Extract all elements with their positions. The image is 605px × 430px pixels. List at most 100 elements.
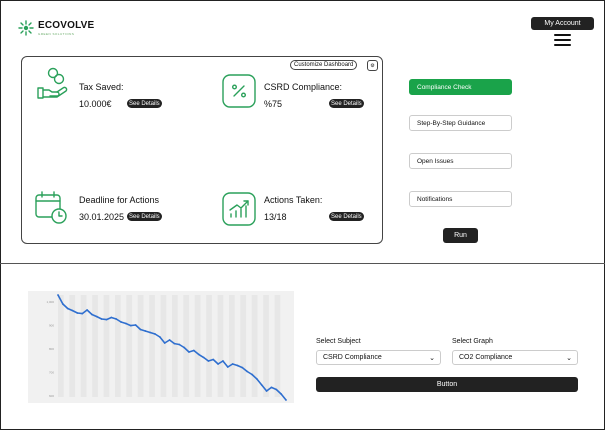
data-point [105, 318, 108, 321]
data-point [149, 331, 152, 334]
growth-chart-icon [222, 192, 256, 226]
data-point [120, 321, 122, 323]
data-point [192, 349, 195, 352]
data-point [125, 322, 127, 325]
step-by-step-guidance-button[interactable]: Step-By-Step Guidance [409, 115, 512, 131]
grid-stripe [183, 295, 190, 397]
data-point [129, 324, 132, 327]
primary-button[interactable]: Button [316, 377, 578, 392]
grid-stripe [240, 295, 247, 397]
graph-label: Select Graph [452, 338, 493, 345]
grid-stripe [172, 295, 178, 397]
leaf-logo-icon [18, 20, 34, 36]
tax-saved-title: Tax Saved: [79, 82, 124, 92]
y-tick-label: 700 [49, 371, 54, 375]
data-point [154, 333, 156, 335]
data-point [61, 303, 64, 305]
brand-logo[interactable]: ECOVOLVE GREEN SOLUTIONS [18, 20, 94, 36]
grid-stripe [115, 295, 121, 397]
notifications-button[interactable]: Notifications [409, 191, 512, 207]
subject-select[interactable]: CSRD Compliance ⌄ [316, 350, 441, 365]
y-tick-label: 1,000 [46, 300, 54, 304]
data-point [265, 390, 268, 392]
grid-stripe [126, 295, 133, 397]
grid-stripe [263, 295, 269, 397]
actions-taken-title: Actions Taken: [264, 195, 323, 205]
subject-label: Select Subject [316, 338, 361, 345]
chart-panel: 1,000 900 800 700 600 [28, 291, 294, 403]
line-chart: 1,000 900 800 700 600 [46, 294, 287, 401]
grid-stripe [149, 295, 155, 397]
data-point [183, 346, 186, 349]
data-point [110, 316, 113, 319]
y-tick-label: 600 [49, 394, 54, 398]
brand-name: ECOVOLVE [38, 19, 95, 31]
grid-stripe [58, 295, 64, 397]
deadline-value: 30.01.2025 [79, 212, 125, 222]
csrd-compliance-title: CSRD Compliance: [264, 82, 343, 92]
data-point [100, 318, 103, 320]
actions-details-button[interactable]: See Details [329, 212, 364, 221]
data-point [222, 360, 224, 362]
hamburger-menu-icon[interactable] [554, 34, 571, 46]
section-divider [0, 263, 605, 264]
run-button[interactable]: Run [443, 228, 478, 243]
grid-stripe [274, 295, 281, 397]
data-point [212, 358, 215, 361]
chevron-down-icon: ⌄ [429, 355, 435, 362]
tax-saved-value: 10.000€ [79, 99, 112, 109]
data-point [285, 399, 287, 401]
compliance-check-button[interactable]: Compliance Check [409, 79, 512, 95]
data-point [236, 364, 239, 367]
csrd-compliance-value: %75 [264, 99, 283, 109]
data-point [91, 313, 93, 316]
percent-icon [222, 74, 256, 108]
data-point [275, 388, 278, 391]
data-point [251, 373, 253, 376]
chevron-down-icon: ⌄ [566, 355, 572, 362]
grid-stripe [137, 295, 144, 397]
settings-sliders-icon[interactable]: ⚙ [367, 60, 378, 71]
brand-tagline: GREEN SOLUTIONS [38, 31, 75, 36]
data-point [144, 330, 147, 332]
grid-stripe [251, 295, 258, 397]
data-point [246, 370, 249, 373]
open-issues-button[interactable]: Open Issues [409, 153, 512, 169]
data-point [57, 294, 59, 296]
data-point [173, 342, 176, 345]
y-tick-label: 900 [49, 324, 54, 328]
data-point [280, 393, 283, 395]
csrd-details-button[interactable]: See Details [329, 99, 364, 108]
hand-coins-icon [37, 67, 68, 99]
data-point [217, 363, 219, 365]
customize-dashboard-button[interactable]: Customize Dashboard [290, 60, 358, 70]
dashboard-card: Customize Dashboard ⚙ Tax Saved: 10.000€… [21, 56, 383, 244]
data-point [188, 351, 190, 353]
data-point [207, 360, 210, 362]
subject-select-value: CSRD Compliance [323, 354, 382, 361]
data-point [226, 366, 229, 368]
deadline-details-button[interactable]: See Details [127, 212, 162, 221]
data-point [178, 343, 181, 346]
my-account-button[interactable]: My Account [531, 17, 594, 30]
graph-select-value: CO2 Compliance [459, 354, 513, 361]
data-point [202, 356, 205, 359]
grid-stripe [103, 295, 110, 397]
data-point [66, 307, 69, 310]
actions-taken-value: 13/18 [264, 212, 287, 222]
y-tick-label: 800 [49, 347, 54, 351]
data-point [81, 312, 84, 315]
grid-stripe [194, 295, 201, 397]
data-point [115, 318, 118, 320]
data-point [231, 363, 234, 365]
data-point [260, 384, 263, 386]
data-point [158, 336, 161, 338]
grid-stripe [217, 295, 224, 397]
data-point [76, 312, 79, 314]
graph-select[interactable]: CO2 Compliance ⌄ [452, 350, 578, 365]
data-point [163, 342, 166, 344]
tax-saved-details-button[interactable]: See Details [127, 99, 162, 108]
data-point [270, 386, 273, 389]
data-point [255, 378, 258, 380]
data-point [139, 328, 142, 331]
